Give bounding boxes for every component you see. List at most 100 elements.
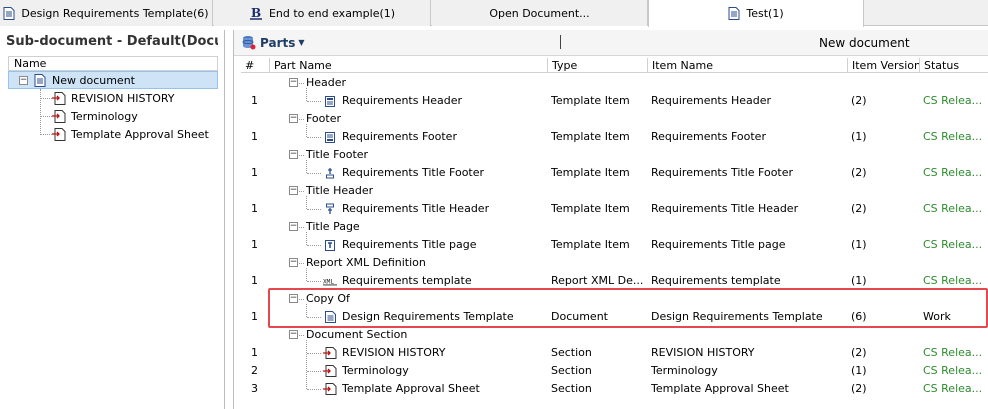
tree-node-revision-history[interactable]: REVISION HISTORY	[52, 89, 175, 107]
collapse-icon[interactable]: −	[289, 330, 298, 339]
column-header-item-version[interactable]: Item Version	[848, 58, 920, 73]
section-icon	[323, 382, 337, 396]
cell-status: CS Relea...	[923, 202, 983, 215]
tree-line	[299, 335, 304, 336]
tree-node-terminology[interactable]: Terminology	[52, 107, 138, 125]
collapse-icon[interactable]: −	[289, 186, 298, 195]
tree-node-template-approval-sheet[interactable]: Template Approval Sheet	[52, 125, 209, 143]
document-icon	[34, 73, 46, 87]
tree-line	[307, 173, 321, 174]
group-row[interactable]: − Footer	[241, 110, 988, 128]
group-row[interactable]: − Title Page	[241, 218, 988, 236]
parts-dropdown-button[interactable]: Parts ▼	[242, 35, 305, 50]
tree-node-label: REVISION HISTORY	[71, 91, 175, 105]
cell-item-version: (1)	[851, 130, 867, 143]
tab-open-document[interactable]: Open Document...	[432, 0, 648, 26]
database-icon	[242, 35, 256, 50]
cell-part-name: Requirements Title Header	[342, 202, 490, 215]
tree-line	[40, 89, 41, 135]
cell-number: 1	[251, 130, 258, 143]
table-row[interactable]: 3 Template Approval Sheet Section Template …	[241, 380, 988, 398]
group-row[interactable]: − Document Section	[241, 326, 988, 344]
cell-part-name: Terminology	[342, 364, 409, 377]
collapse-icon[interactable]: −	[19, 75, 28, 85]
group-row[interactable]: − Report XML Definition	[241, 254, 988, 272]
tab-test[interactable]: Test(1)	[648, 0, 864, 27]
parts-pane: Parts ▼ New document # Part Name Type It…	[233, 30, 988, 409]
title-page-icon	[323, 238, 337, 252]
tree-node-label: New document	[52, 73, 135, 87]
cell-type: Section	[551, 346, 592, 359]
document-icon	[728, 7, 740, 20]
table-row[interactable]: 1 Requirements Title page Template Item Req…	[241, 236, 988, 254]
cell-status: CS Relea...	[923, 346, 983, 359]
collapse-icon[interactable]: −	[289, 78, 298, 87]
tree-line	[307, 371, 321, 372]
cell-part-name: Requirements Header	[342, 94, 463, 107]
cell-number: 1	[251, 166, 258, 179]
column-header-item-name[interactable]: Item Name	[648, 58, 848, 73]
column-header-part-name[interactable]: Part Name	[270, 58, 548, 73]
cell-item-name: Requirements Title Header	[651, 202, 799, 215]
document-icon	[3, 6, 15, 20]
tab-design-requirements-template[interactable]: Design Requirements Template(6)	[0, 0, 213, 26]
group-label: Title Footer	[306, 148, 369, 161]
cell-item-version: (1)	[851, 364, 867, 377]
collapse-icon[interactable]: −	[289, 222, 298, 231]
collapse-icon[interactable]: −	[289, 150, 298, 159]
tree-node-root[interactable]: − New document	[8, 71, 218, 89]
group-row[interactable]: − Title Header	[241, 182, 988, 200]
tree-line	[306, 268, 307, 281]
cell-number: 1	[251, 94, 258, 107]
tree-line	[307, 137, 321, 138]
cell-number: 1	[251, 310, 258, 323]
table-row[interactable]: 1 Requirements Footer Template Item Require…	[241, 128, 988, 146]
tree-line	[307, 353, 321, 354]
cell-item-name: Requirements Title Footer	[651, 166, 794, 179]
tab-end-to-end-example[interactable]: B End to end example(1)	[214, 0, 431, 26]
tree-line	[306, 340, 307, 389]
table-row[interactable]: 1 Requirements Title Header Template Item R…	[241, 200, 988, 218]
column-header-status[interactable]: Status	[920, 58, 988, 73]
tree-node-label: Template Approval Sheet	[71, 127, 209, 141]
tree-line	[299, 119, 304, 120]
cell-type: Template Item	[551, 94, 630, 107]
tree-line	[306, 232, 307, 245]
collapse-icon[interactable]: −	[289, 258, 298, 267]
tree-line	[307, 209, 321, 210]
group-row[interactable]: − Header	[241, 74, 988, 92]
table-row[interactable]: 1 Requirements Header Template Item Require…	[241, 92, 988, 110]
cell-item-name: Template Approval Sheet	[651, 382, 789, 395]
cell-part-name: Requirements Title Footer	[342, 166, 485, 179]
cell-type: Template Item	[551, 238, 630, 251]
cell-number: 1	[251, 238, 258, 251]
cell-part-name: Requirements Title page	[342, 238, 477, 251]
group-row[interactable]: − Title Footer	[241, 146, 988, 164]
cell-item-version: (2)	[851, 202, 867, 215]
tree-line	[307, 389, 321, 390]
tab-label: Design Requirements Template(6)	[21, 6, 209, 20]
cell-item-name: Requirements Footer	[651, 130, 766, 143]
cell-status: CS Relea...	[923, 130, 983, 143]
collapse-icon[interactable]: −	[289, 114, 298, 123]
cell-type: Section	[551, 382, 592, 395]
footer-template-icon	[323, 130, 337, 144]
tree-line	[40, 134, 52, 135]
highlight-box	[268, 288, 988, 328]
title-footer-icon	[323, 166, 337, 180]
tree-line	[299, 83, 304, 84]
column-header-number[interactable]: #	[241, 58, 270, 73]
bold-b-icon: B	[249, 6, 263, 20]
section-icon	[52, 127, 66, 141]
cell-type: Template Item	[551, 166, 630, 179]
tab-label: Open Document...	[489, 6, 590, 20]
section-icon	[323, 364, 337, 378]
tree-column-header-name[interactable]: Name	[8, 56, 218, 71]
cell-part-name: Requirements Footer	[342, 130, 457, 143]
table-row[interactable]: 1 Requirements Title Footer Template Item R…	[241, 164, 988, 182]
table-row[interactable]: 2 Terminology Section Terminology (1) CS Rele…	[241, 362, 988, 380]
table-row[interactable]: 1 REVISION HISTORY Section REVISION HISTORY…	[241, 344, 988, 362]
column-header-type[interactable]: Type	[548, 58, 648, 73]
cell-item-version: (2)	[851, 94, 867, 107]
cell-number: 3	[251, 382, 258, 395]
